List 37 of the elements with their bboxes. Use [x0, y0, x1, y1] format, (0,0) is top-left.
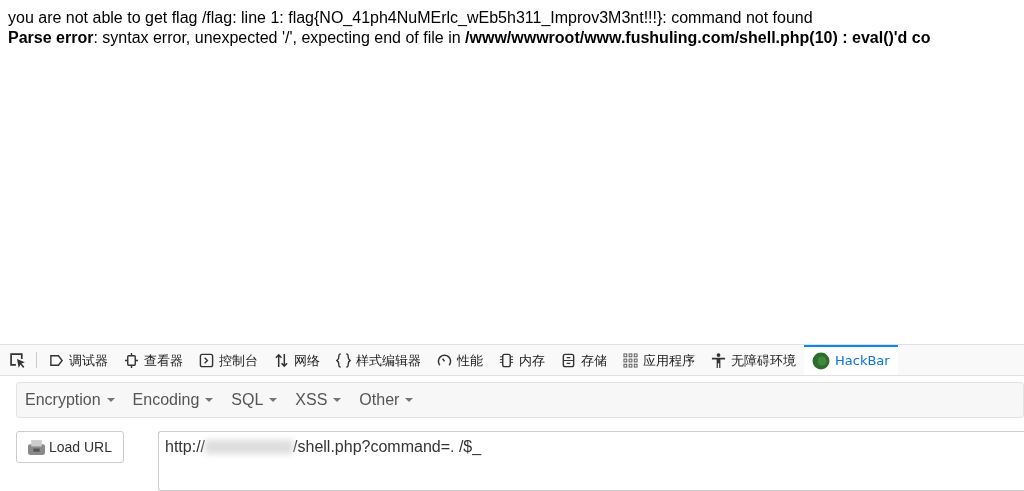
caret-icon — [333, 398, 342, 402]
person-icon — [711, 353, 726, 369]
output-text: Parse error: syntax error, unexpected '/', expecting end of file in /www/wwwroot/www.fushuling.com/shell.php(10) : eval()'d co — [8, 28, 932, 48]
up-down-arrows-icon — [274, 353, 289, 369]
devtools-tab[interactable]: 查看器 — [116, 344, 191, 375]
tag-shape-icon — [49, 353, 64, 369]
devtools-tab[interactable]: 性能 — [429, 344, 491, 375]
output-text: you are not able to get flag /flag: line 1: flag{NO_41ph4NuMErlc_wEb5h311_Improv3M3nt!!!}: command not found — [8, 8, 814, 28]
dropdown-menu[interactable]: Other — [353, 391, 420, 409]
load-url-button[interactable]: Load URL — [16, 431, 124, 463]
hackbar-logo — [812, 352, 830, 370]
storage-icon — [561, 353, 576, 369]
element-picker-icon[interactable] — [8, 351, 26, 369]
devtools-tab[interactable]: 存储 — [553, 344, 615, 375]
devtools-tab[interactable]: 控制台 — [191, 344, 266, 375]
devtools-tab[interactable]: 调试器 — [41, 344, 116, 375]
console-icon — [199, 353, 214, 369]
caret-icon — [106, 398, 115, 402]
braces-icon — [336, 353, 351, 369]
drive-icon — [27, 439, 45, 455]
caret-icon — [269, 398, 278, 402]
devtools-tab[interactable]: 样式编辑器 — [328, 344, 429, 375]
dropdown-menu[interactable]: SQL — [225, 391, 284, 409]
dropdown-menu[interactable]: Encryption — [19, 391, 121, 409]
chip-icon — [499, 353, 514, 369]
dropdown-menu[interactable]: XSS — [289, 391, 348, 409]
caret-icon — [205, 398, 214, 402]
url-field[interactable]: http:// /shell.php?command=. /$_ — [158, 431, 1024, 491]
devtools-tab[interactable]: 内存 — [491, 344, 553, 375]
grid-icon — [623, 353, 638, 369]
devtools-tab[interactable]: HackBar — [804, 344, 898, 375]
devtools-tab[interactable]: 应用程序 — [615, 344, 703, 375]
devtools-tab[interactable]: 网络 — [266, 344, 328, 375]
devtools-tab[interactable]: 无障碍环境 — [703, 344, 804, 375]
inspector-icon — [124, 353, 139, 369]
caret-icon — [405, 398, 414, 402]
dropdown-menu[interactable]: Encoding — [126, 391, 220, 409]
